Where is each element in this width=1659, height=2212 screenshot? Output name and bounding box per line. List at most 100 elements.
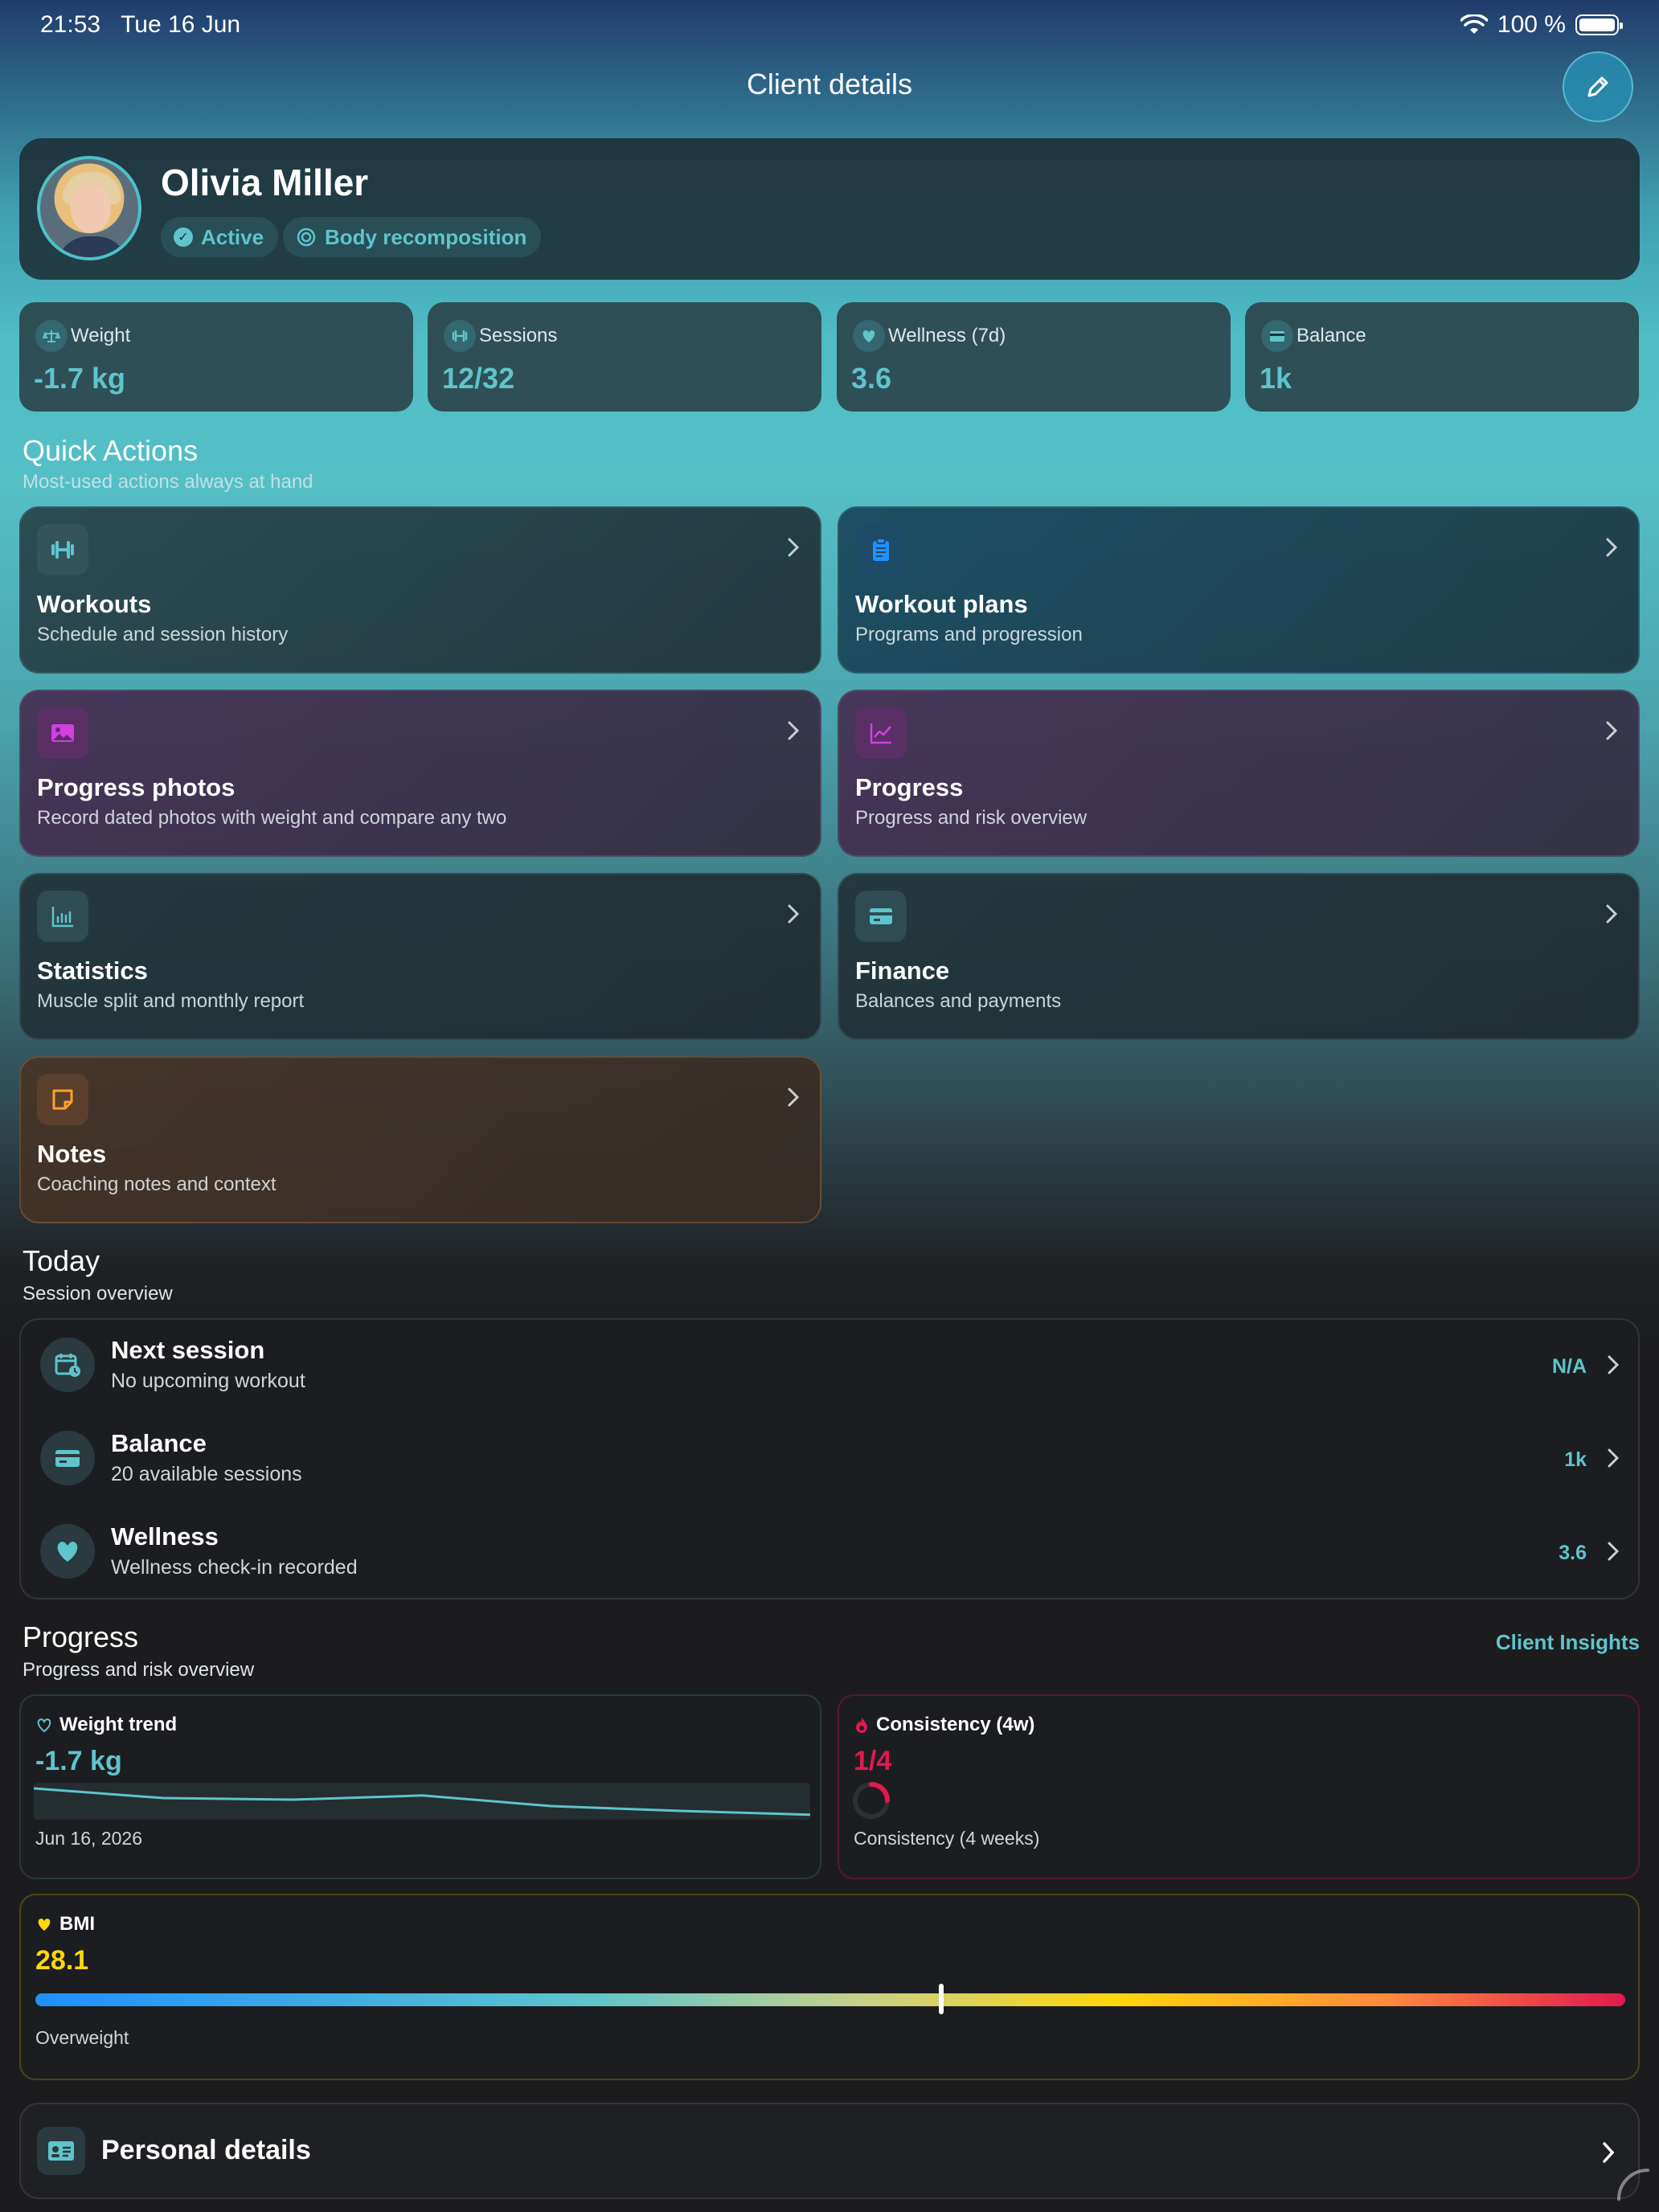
bmi-value: 28.1 [35,1945,89,1976]
stat-balance[interactable]: Balance 1k [1245,302,1639,412]
chevron-right-icon [1606,904,1618,924]
target-icon [297,227,316,247]
stat-weight[interactable]: Weight -1.7 kg [19,302,413,412]
card-icon [1261,320,1293,352]
page-title: Client details [746,68,913,100]
scale-icon [35,320,68,352]
stat-value: -1.7 kg [34,362,126,395]
personal-details-button[interactable]: Personal details [19,2103,1640,2199]
status-time: 21:53 Tue 16 Jun [40,11,241,38]
flame-icon [856,1718,867,1733]
action-description: Programs and progression [855,624,1083,645]
stat-label: Wellness (7d) [888,325,1006,346]
status-indicators: 100 % [1460,11,1623,39]
consistency-ring [853,1782,890,1819]
stat-sessions[interactable]: Sessions 12/32 [428,302,821,412]
row-subtitle: 20 available sessions [111,1463,302,1485]
weight-trend-card[interactable]: Weight trend -1.7 kg Jun 16, 2026 [19,1694,821,1879]
resize-handle-icon[interactable] [1612,2164,1653,2204]
action-workouts[interactable]: Workouts Schedule and session history [19,506,821,674]
action-title: Finance [855,956,950,985]
row-value: 3.6 [1559,1542,1587,1564]
action-title: Progress photos [37,773,236,801]
weight-trend-value: -1.7 kg [35,1746,122,1776]
row-value: N/A [1551,1355,1587,1378]
note-icon [37,1074,88,1125]
battery-percent: 100 % [1497,11,1566,38]
consistency-header: Consistency (4w) [854,1714,1034,1736]
chevron-right-icon [788,904,800,924]
client-profile-card: Olivia Miller ✓ Active Body recompositio… [19,138,1640,280]
action-notes[interactable]: Notes Coaching notes and context [19,1056,821,1223]
weight-trend-date: Jun 16, 2026 [35,1828,143,1849]
consistency-card[interactable]: Consistency (4w) 1/4 Consistency (4 week… [838,1694,1640,1879]
clipboard-icon [855,524,907,576]
row-subtitle: Wellness check-in recorded [111,1556,358,1579]
quick-actions-title: Quick Actions [23,434,199,467]
card-icon [855,891,907,942]
bar-chart-icon [37,891,88,942]
action-description: Schedule and session history [37,624,289,645]
heart-icon [40,1524,95,1579]
action-progress-photos[interactable]: Progress photos Record dated photos with… [19,690,821,857]
heart-outline-icon [37,1718,51,1733]
check-icon: ✓ [174,227,193,247]
action-title: Workout plans [855,590,1028,618]
progress-title: Progress [23,1620,139,1653]
row-title: Next session [111,1336,265,1364]
action-title: Progress [855,773,964,801]
action-statistics[interactable]: Statistics Muscle split and monthly repo… [19,873,821,1040]
calendar-clock-icon [40,1337,95,1392]
action-description: Coaching notes and context [37,1174,276,1195]
goal-badge: Body recomposition [283,217,542,257]
action-title: Workouts [37,590,152,618]
bmi-marker [939,1984,944,2014]
row-value: 1k [1564,1448,1587,1471]
stat-label: Weight [71,325,131,346]
chevron-right-icon [1608,1542,1620,1561]
action-description: Muscle split and monthly report [37,990,305,1012]
bmi-header: BMI [35,1913,95,1936]
weight-trend-sparkline [34,1783,810,1820]
stat-wellness[interactable]: Wellness (7d) 3.6 [837,302,1231,412]
list-item-balance[interactable]: Balance 20 available sessions 1k [21,1413,1641,1506]
action-progress[interactable]: Progress Progress and risk overview [838,690,1640,857]
dumbbell-icon [444,320,476,352]
stat-value: 12/32 [442,362,515,395]
bmi-category: Overweight [35,2027,129,2048]
action-finance[interactable]: Finance Balances and payments [838,873,1640,1040]
today-subtitle: Session overview [23,1283,173,1305]
stat-label: Sessions [479,325,558,346]
chevron-right-icon [788,721,800,740]
edit-button[interactable] [1563,51,1633,122]
chevron-right-icon [1606,538,1618,557]
consistency-footer: Consistency (4 weeks) [854,1828,1040,1849]
heart-icon [853,320,885,352]
list-item-wellness[interactable]: Wellness Wellness check-in recorded 3.6 [21,1506,1641,1600]
list-item-next-session[interactable]: Next session No upcoming workout N/A [21,1320,1641,1413]
today-title: Today [23,1244,100,1277]
heart-icon [38,1919,51,1931]
card-icon [40,1431,95,1485]
avatar [37,156,141,260]
id-card-icon [37,2127,85,2175]
row-subtitle: No upcoming workout [111,1370,305,1392]
stat-value: 3.6 [851,362,892,395]
stat-label: Balance [1296,325,1366,346]
battery-icon [1575,14,1623,35]
client-insights-link[interactable]: Client Insights [1496,1630,1640,1655]
quick-actions-subtitle: Most-used actions always at hand [23,471,313,493]
chevron-right-icon [1608,1355,1620,1374]
wifi-icon [1460,14,1488,34]
line-chart-icon [855,707,907,759]
stat-value: 1k [1260,362,1292,395]
action-title: Statistics [37,956,148,985]
action-description: Record dated photos with weight and comp… [37,807,507,829]
today-list: Next session No upcoming workout N/A Bal… [19,1318,1640,1600]
row-title: Balance [111,1429,207,1457]
action-description: Balances and payments [855,990,1062,1012]
chevron-right-icon [788,538,800,557]
action-workout-plans[interactable]: Workout plans Programs and progression [838,506,1640,674]
bmi-card[interactable]: BMI 28.1 Overweight [19,1894,1640,2080]
photo-icon [37,707,88,759]
